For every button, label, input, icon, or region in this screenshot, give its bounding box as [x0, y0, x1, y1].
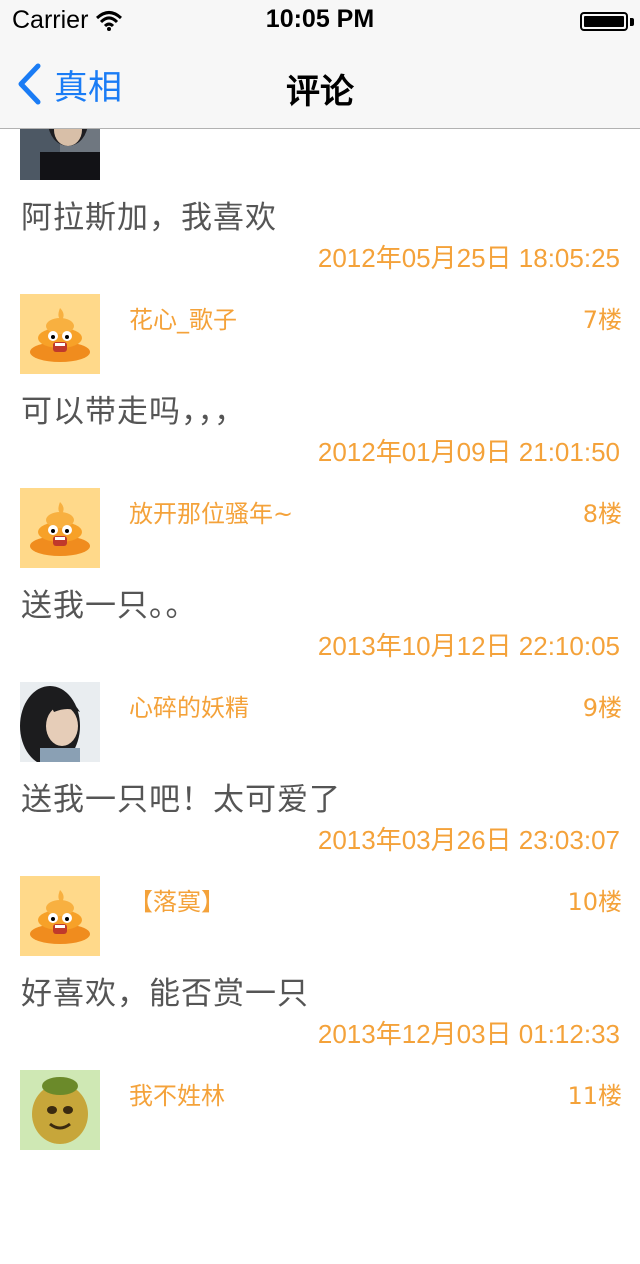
user-avatar[interactable]: [20, 682, 100, 762]
comment-item[interactable]: 【落寞】 10楼 好喜欢，能否赏一只 2013年12月03日 01:12:33: [0, 876, 640, 1070]
comment-username[interactable]: 放开那位骚年~: [129, 494, 293, 529]
comment-text: 好喜欢，能否赏一只: [21, 976, 309, 1012]
comment-time: 2013年03月26日 23:03:07: [317, 825, 620, 855]
comment-time: 2012年05月25日 18:05:25: [317, 243, 620, 273]
comment-floor: 8楼: [582, 500, 622, 528]
user-avatar[interactable]: [20, 1070, 100, 1150]
navigation-bar: Carrier 10:05 PM 真相 评论: [0, 0, 640, 129]
poop-emoji-avatar[interactable]: [20, 488, 100, 568]
poop-emoji-avatar[interactable]: [20, 294, 100, 374]
comment-text: 阿拉斯加，我喜欢: [21, 200, 277, 236]
comment-username[interactable]: 【落寞】: [129, 882, 225, 917]
comment-text: 送我一只吧！太可爱了: [21, 782, 341, 818]
comment-item[interactable]: 花心_歌子 7楼 可以带走吗，，， 2012年01月09日 21:01:50: [0, 294, 640, 488]
comment-username[interactable]: 我不姓林: [129, 1076, 225, 1111]
comment-time: 2013年10月12日 22:10:05: [317, 631, 620, 661]
status-time: 10:05 PM: [265, 5, 375, 33]
comment-floor: 9楼: [582, 694, 622, 722]
comment-floor: 7楼: [582, 306, 622, 334]
comment-time: 2013年12月03日 01:12:33: [317, 1019, 620, 1049]
comment-text: 送我一只。。: [21, 588, 198, 624]
comment-item[interactable]: 心碎的妖精 9楼 送我一只吧！太可爱了 2013年03月26日 23:03:07: [0, 682, 640, 876]
comment-item[interactable]: 阿拉斯加，我喜欢 2012年05月25日 18:05:25: [0, 100, 640, 294]
comment-text: 可以带走吗，，，: [21, 394, 246, 430]
battery-nub: [630, 18, 634, 26]
page-title: 评论: [286, 72, 354, 112]
comment-floor: 11楼: [567, 1082, 622, 1110]
comment-username[interactable]: 心碎的妖精: [129, 688, 249, 723]
battery-icon: [580, 12, 628, 31]
comment-list[interactable]: 阿拉斯加，我喜欢 2012年05月25日 18:05:25 花心_歌子 7楼 可…: [0, 100, 640, 1264]
battery-fill: [584, 16, 624, 27]
comment-time: 2012年01月09日 21:01:50: [317, 437, 620, 467]
comment-item[interactable]: 放开那位骚年~ 8楼 送我一只。。 2013年10月12日 22:10:05: [0, 488, 640, 682]
comment-floor: 10楼: [567, 888, 622, 916]
poop-emoji-avatar[interactable]: [20, 876, 100, 956]
comment-item[interactable]: 我不姓林 11楼: [0, 1070, 640, 1264]
comment-username[interactable]: 花心_歌子: [129, 300, 237, 335]
